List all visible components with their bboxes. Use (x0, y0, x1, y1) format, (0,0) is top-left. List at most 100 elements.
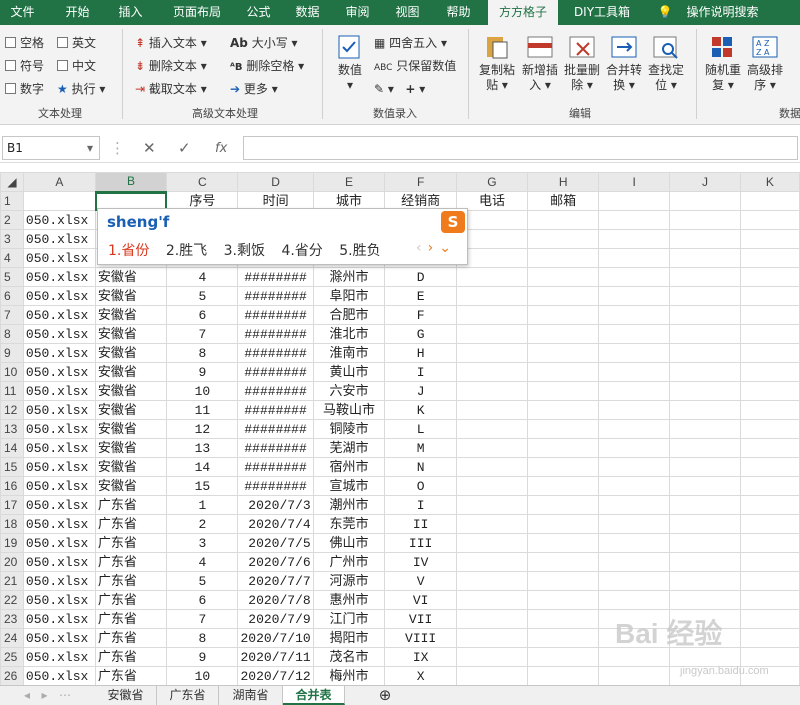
tab-fangfang[interactable]: 方方格子 (488, 0, 558, 25)
cell[interactable]: 广州市 (312, 552, 386, 572)
advanced-sort-button[interactable]: A ZZ A 高级排序 ▾ (745, 33, 785, 93)
remove-space-button[interactable]: ᴬB 删除空格 ▾ (230, 58, 304, 76)
row-header[interactable]: 3 (0, 229, 24, 249)
cell[interactable] (739, 609, 800, 629)
row-header[interactable]: 7 (0, 305, 24, 325)
cell[interactable]: II (384, 514, 457, 534)
cell[interactable]: 2020/7/12 (237, 666, 314, 685)
sheet-nav-arrows[interactable]: ◂ ▸ ⋯ (0, 686, 95, 705)
cell[interactable]: 050.xlsx (22, 552, 96, 572)
cell[interactable]: D (384, 267, 457, 287)
tab-page-layout[interactable]: 页面布局 (162, 0, 232, 25)
cell[interactable]: 安徽省 (94, 324, 168, 344)
cell[interactable]: 2020/7/6 (237, 552, 314, 572)
cell[interactable] (739, 495, 800, 515)
cell[interactable] (455, 286, 529, 306)
cell[interactable]: 邮箱 (527, 191, 600, 211)
cell[interactable] (669, 514, 741, 534)
cell[interactable] (669, 533, 741, 553)
cell[interactable]: X (384, 666, 457, 685)
row-header[interactable]: 20 (0, 552, 24, 572)
cell[interactable]: ######## (237, 305, 314, 325)
cell[interactable] (669, 590, 741, 610)
cell[interactable]: 惠州市 (312, 590, 386, 610)
cell[interactable]: 滁州市 (312, 267, 386, 287)
cell[interactable]: III (384, 533, 457, 553)
col-header[interactable]: B (94, 172, 168, 193)
cell[interactable]: 050.xlsx (22, 210, 96, 230)
sheet-tab[interactable]: 安徽省 (95, 686, 157, 705)
cell[interactable] (598, 571, 671, 591)
cell[interactable]: V (384, 571, 457, 591)
cell[interactable] (527, 381, 600, 401)
formula-input[interactable] (243, 136, 798, 160)
cell[interactable] (598, 362, 671, 382)
opt-number[interactable]: 数字 (5, 81, 44, 97)
row-header[interactable]: 14 (0, 438, 24, 458)
cell[interactable] (527, 229, 600, 249)
cell[interactable]: 15 (166, 476, 239, 496)
row-header[interactable]: 6 (0, 286, 24, 306)
cell[interactable]: 1 (166, 495, 239, 515)
cell[interactable]: 050.xlsx (22, 419, 96, 439)
cell[interactable]: 050.xlsx (22, 438, 96, 458)
cell[interactable]: 广东省 (94, 609, 168, 629)
cell[interactable] (598, 286, 671, 306)
cell[interactable] (669, 552, 741, 572)
tab-view[interactable]: 视图 (385, 0, 430, 25)
cell[interactable] (527, 343, 600, 363)
row-header[interactable]: 17 (0, 495, 24, 515)
cell[interactable]: 六安市 (312, 381, 386, 401)
cell[interactable] (669, 476, 741, 496)
row-header[interactable]: 12 (0, 400, 24, 420)
cell[interactable] (598, 590, 671, 610)
confirm-icon[interactable]: ✓ (178, 139, 191, 157)
cell[interactable]: 淮北市 (312, 324, 386, 344)
chevron-down-icon[interactable]: ⌄ (439, 240, 457, 256)
cell[interactable] (527, 457, 600, 477)
cell[interactable] (669, 191, 741, 211)
cell[interactable]: 安徽省 (94, 476, 168, 496)
cell[interactable] (455, 476, 529, 496)
chevron-right-icon[interactable]: › (428, 240, 440, 256)
cell[interactable] (527, 305, 600, 325)
cell[interactable] (598, 666, 671, 685)
cell[interactable]: 2020/7/10 (237, 628, 314, 648)
row-header[interactable]: 4 (0, 248, 24, 268)
batch-delete-button[interactable]: 批量删除 ▾ (562, 33, 602, 93)
cell[interactable] (455, 666, 529, 685)
cell[interactable] (455, 324, 529, 344)
cell[interactable] (598, 438, 671, 458)
cell[interactable]: 黄山市 (312, 362, 386, 382)
cell[interactable] (669, 400, 741, 420)
cell[interactable]: 050.xlsx (22, 666, 96, 685)
cell[interactable] (739, 400, 800, 420)
cell[interactable]: 2020/7/8 (237, 590, 314, 610)
cell[interactable] (455, 457, 529, 477)
cell[interactable]: 2020/7/3 (237, 495, 314, 515)
sheet-tab-active[interactable]: 合并表 (283, 686, 345, 705)
cell[interactable] (739, 248, 800, 268)
cell[interactable]: 050.xlsx (22, 514, 96, 534)
cell[interactable]: 广东省 (94, 552, 168, 572)
col-header[interactable]: A (22, 172, 96, 192)
cell[interactable]: 安徽省 (94, 457, 168, 477)
row-header[interactable]: 18 (0, 514, 24, 534)
cell[interactable]: 安徽省 (94, 362, 168, 382)
col-header[interactable]: G (455, 172, 529, 192)
cell[interactable]: 芜湖市 (312, 438, 386, 458)
cell[interactable] (739, 381, 800, 401)
cell[interactable] (455, 343, 529, 363)
checkbox-icon[interactable] (57, 37, 68, 48)
cell[interactable] (455, 362, 529, 382)
cell[interactable] (739, 533, 800, 553)
cell[interactable] (598, 533, 671, 553)
col-header[interactable]: I (598, 172, 671, 192)
cell[interactable] (455, 533, 529, 553)
cell[interactable] (739, 305, 800, 325)
cell[interactable] (455, 438, 529, 458)
cell[interactable] (455, 381, 529, 401)
cell[interactable] (598, 229, 671, 249)
cell[interactable] (739, 438, 800, 458)
find-locate-button[interactable]: 查找定位 ▾ (646, 33, 686, 93)
